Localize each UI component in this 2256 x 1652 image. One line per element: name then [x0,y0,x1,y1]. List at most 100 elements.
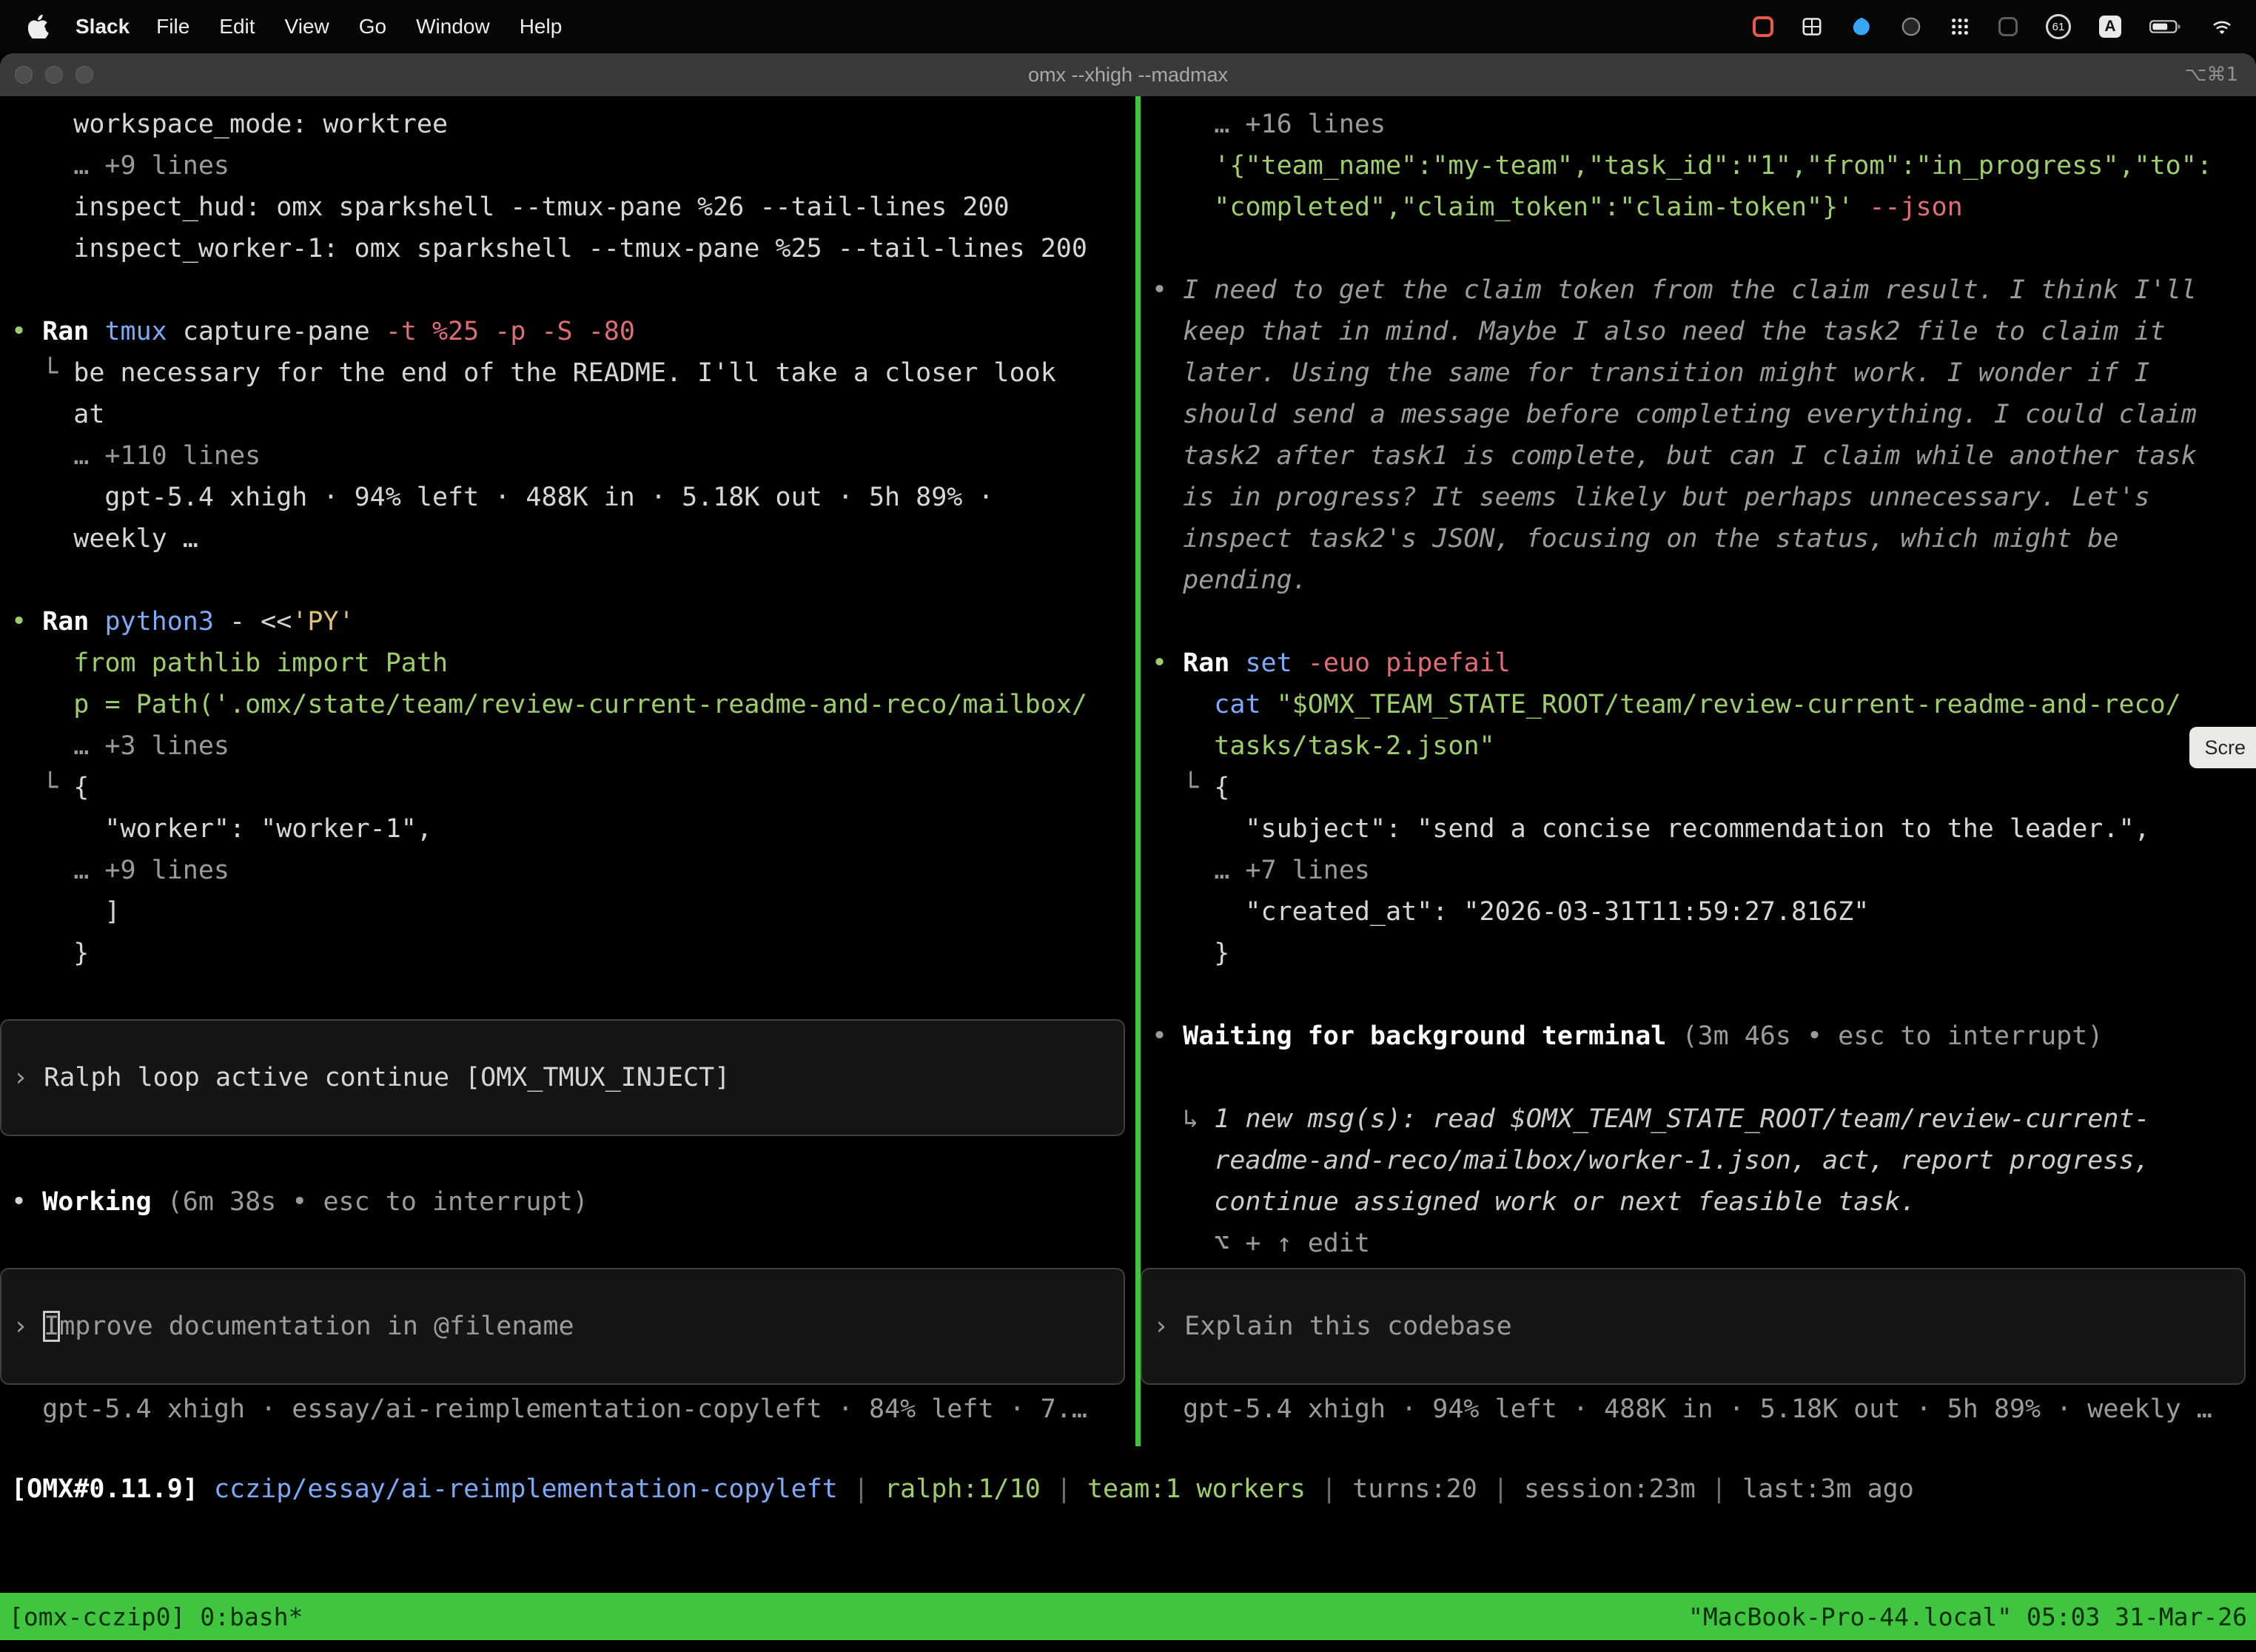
terminal-line: inspect task2's JSON, focusing on the st… [1141,518,2256,560]
terminal-line: from pathlib import Path [0,642,1135,684]
text-segment: … +16 lines [1152,110,1386,139]
dots-grid-icon[interactable] [1950,16,1970,37]
prompt-input-left[interactable]: › Improve documentation in @filename [0,1268,1125,1385]
text-segment: • [11,607,42,637]
terminal-line: tasks/task-2.json" [1141,725,2256,767]
text-segment: › [13,1063,44,1092]
text-segment: … +9 lines [11,151,229,181]
text-segment: gpt-5.4 xhigh · essay/ai-reimplementatio… [11,1394,1087,1424]
close-button[interactable] [15,66,33,84]
input-source-icon[interactable]: A [2099,16,2121,38]
terminal-line: "subject": "send a concise recommendatio… [1141,808,2256,850]
terminal-line: • Waiting for background terminal (3m 46… [1141,1015,2256,1057]
text-segment [1152,731,1214,761]
text-segment: } [1152,939,1229,968]
text-segment: task2 after task1 is complete, but can I… [1152,441,2197,471]
terminal-line: "completed","claim_token":"claim-token"}… [1141,187,2256,228]
text-segment: • [11,1187,42,1217]
terminal-line: should send a message before completing … [1141,394,2256,435]
text-segment: mprove documentation in @filename [59,1312,574,1341]
menu-view[interactable]: View [270,15,344,38]
text-segment: { [1214,773,1229,802]
text-segment: 'PY' [292,607,354,637]
text-segment: -euo pipefail [1308,648,1511,678]
terminal-line [0,1223,1135,1264]
dark-circle-icon[interactable] [1901,16,1921,37]
text-segment: -t %25 -p -S -80 [386,317,635,346]
text-segment: … +7 lines [1152,856,1370,885]
terminal-line: └ { [1141,767,2256,808]
text-segment: › [13,1312,44,1341]
terminal-line: … +9 lines [0,850,1135,891]
traffic-lights [0,53,93,96]
text-segment: • [1152,1021,1183,1051]
terminal-window: omx --xhigh --madmax ⌥⌘1 workspace_mode:… [0,53,2256,1652]
screen-recording-indicator-icon[interactable] [1753,16,1773,37]
grid-icon[interactable] [1802,16,1822,37]
window-title-bar[interactable]: omx --xhigh --madmax ⌥⌘1 [0,53,2256,96]
terminal-line: at [0,394,1135,435]
text-segment: tmux [104,317,167,346]
terminal-line: continue assigned work or next feasible … [1141,1181,2256,1223]
terminal-line: … +16 lines [1141,104,2256,145]
menu-bar-left: Slack File Edit View Go Window Help [28,15,577,38]
text-segment: "completed","claim_token":"claim-token"}… [1214,192,1869,222]
prompt-input-right[interactable]: › Explain this codebase [1141,1268,2246,1385]
text-segment: continue assigned work or next feasible … [1152,1187,1916,1217]
text-segment: inspect task2's JSON, focusing on the st… [1152,524,2118,554]
terminal-line: inspect_worker-1: omx sparkshell --tmux-… [0,228,1135,269]
terminal-line [1141,601,2256,642]
dim-app-icon[interactable] [1998,17,2018,36]
omx-status-line: [OMX#0.11.9] cczip/essay/ai-reimplementa… [0,1468,2256,1510]
text-segment: › [1153,1312,1184,1341]
terminal-line: task2 after task1 is complete, but can I… [1141,435,2256,477]
text-segment: is in progress? It seems likely but perh… [1152,483,2150,512]
menu-window[interactable]: Window [401,15,505,38]
terminal-line: weekly … [0,518,1135,560]
pane-divider[interactable] [1135,96,1141,1446]
text-segment: "$OMX_TEAM_STATE_ROOT/team/review-curren… [1277,690,2181,719]
tmux-pane-right[interactable]: … +16 lines '{"team_name":"my-team","tas… [1141,96,2256,1446]
text-segment: from pathlib import Path [73,648,448,678]
text-segment: "subject": "send a concise recommendatio… [1152,814,2150,844]
text-segment: '{"team_name":"my-team","task_id":"1","f… [1214,151,2212,181]
text-segment: [OMX#0.11.9] [11,1474,198,1504]
terminal-line: … +9 lines [0,145,1135,187]
minimize-button[interactable] [45,66,63,84]
text-segment: └ [11,358,73,388]
zoom-button[interactable] [75,66,93,84]
text-segment: inspect_hud: omx sparkshell --tmux-pane … [11,192,1010,222]
battery-percent-badge[interactable]: 61 [2046,14,2071,39]
terminal-line: workspace_mode: worktree [0,104,1135,145]
text-segment: --json [1869,192,1962,222]
text-segment: python3 [104,607,214,637]
battery-icon[interactable] [2149,19,2182,35]
apple-menu-icon[interactable] [28,15,49,38]
menu-go[interactable]: Go [344,15,401,38]
terminal-line: later. Using the same for transition mig… [1141,352,2256,394]
menu-help[interactable]: Help [505,15,577,38]
text-segment: } [11,939,89,968]
wifi-icon[interactable] [2210,17,2234,36]
blue-app-icon[interactable] [1850,16,1873,38]
menu-edit[interactable]: Edit [204,15,269,38]
text-segment: Working [42,1187,167,1217]
terminal-line: gpt-5.4 xhigh · 94% left · 488K in · 5.1… [1141,1389,2256,1430]
text-segment: team:1 workers [1087,1474,1306,1504]
text-segment: | [838,1474,884,1504]
terminal-line [1141,228,2256,269]
terminal-line: ] [0,891,1135,933]
terminal-line [0,1140,1135,1181]
text-segment [198,1474,214,1504]
text-segment: session:23m [1524,1474,1696,1504]
text-segment: at [11,400,104,429]
terminal-line: readme-and-reco/mailbox/worker-1.json, a… [1141,1140,2256,1181]
terminal-line: '{"team_name":"my-team","task_id":"1","f… [1141,145,2256,187]
text-segment [1152,192,1214,222]
text-segment: I [44,1312,59,1341]
menu-file[interactable]: File [141,15,204,38]
active-app-menu[interactable]: Slack [75,15,130,38]
terminal-line: "worker": "worker-1", [0,808,1135,850]
injected-message-box[interactable]: › Ralph loop active continue [OMX_TMUX_I… [0,1019,1125,1136]
tmux-pane-left[interactable]: workspace_mode: worktree … +9 lines insp… [0,96,1135,1446]
